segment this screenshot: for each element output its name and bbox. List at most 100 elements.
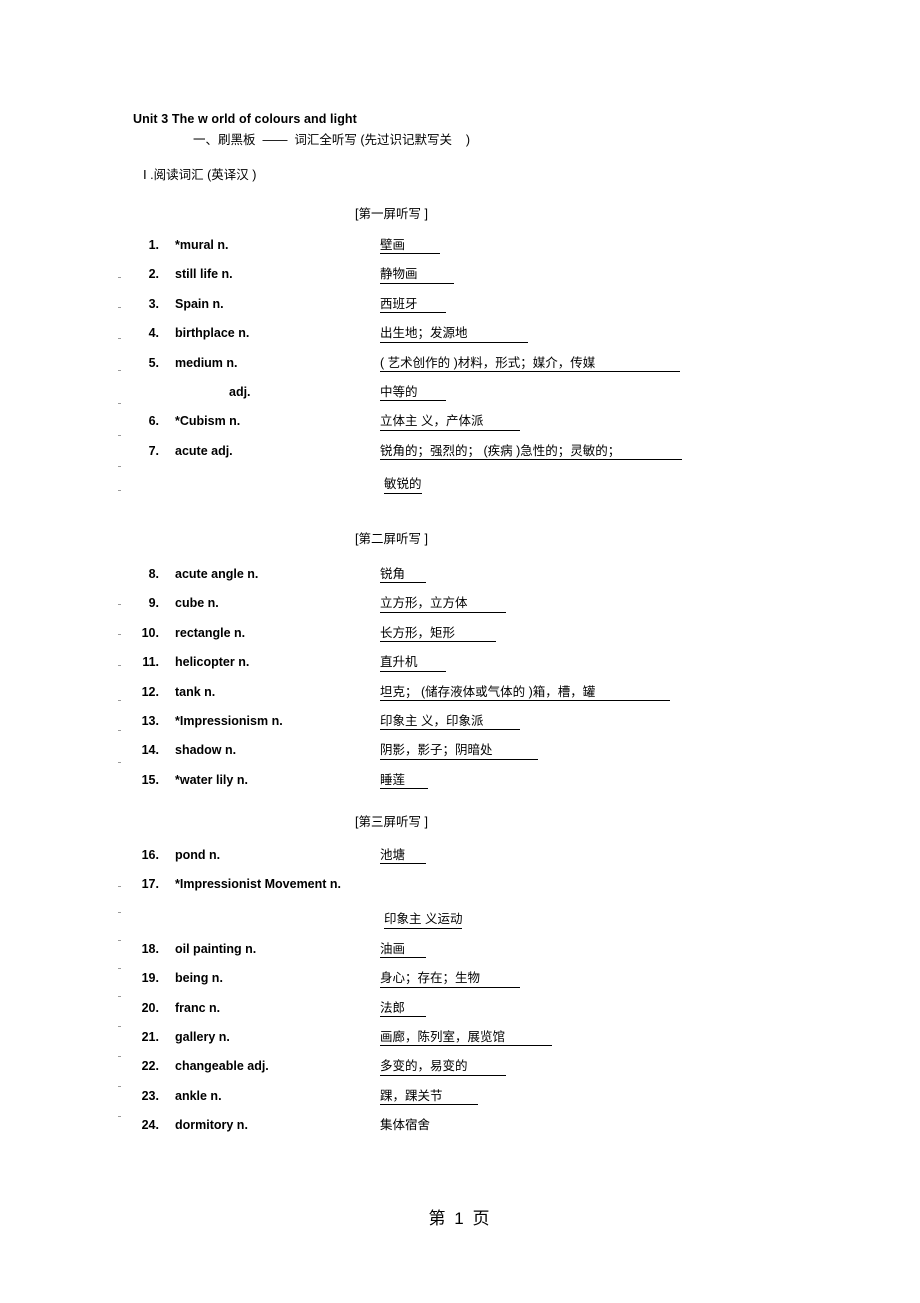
entry-meaning-continuation: 印象主 义运动 bbox=[384, 908, 463, 929]
vocabulary-list-1: 1. *mural n. 壁画 2. still life n. 静物画 3. … bbox=[133, 238, 840, 494]
list-item: 21. gallery n. 画廊，陈列室，展览馆 bbox=[133, 1029, 840, 1047]
entry-meaning: 油画 bbox=[380, 942, 426, 959]
list-item: 16. pond n. 池塘 bbox=[133, 848, 840, 865]
entry-number: 1. bbox=[148, 238, 159, 252]
page-number: 1 bbox=[454, 1209, 466, 1228]
list-item: 14. shadow n. 阴影，影子；阴暗处 bbox=[133, 743, 840, 760]
entry-term: shadow n. bbox=[175, 743, 237, 758]
entry-meaning: ( 艺术创作的 )材料，形式；媒介，传媒 bbox=[380, 356, 680, 372]
entry-term: pond n. bbox=[175, 848, 221, 862]
entry-term: acute adj. bbox=[175, 443, 233, 458]
entry-meaning: 西班牙 bbox=[380, 297, 446, 314]
entry-number: 8. bbox=[148, 567, 159, 581]
screen-label-1: [第一屏听写 ] bbox=[355, 207, 428, 221]
list-item: 24. dormitory n. 集体宿舍 bbox=[133, 1118, 840, 1133]
entry-term: *mural n. bbox=[175, 238, 229, 252]
entry-term: changeable adj. bbox=[175, 1059, 269, 1074]
entry-meaning: 出生地；发源地 bbox=[380, 326, 528, 343]
entry-number: 17. bbox=[141, 877, 159, 892]
entry-meaning: 长方形，矩形 bbox=[380, 626, 496, 643]
list-item: 8. acute angle n. 锐角 bbox=[133, 567, 840, 584]
entry-term: *Impressionism n. bbox=[175, 713, 283, 728]
list-item: 1. *mural n. 壁画 bbox=[133, 238, 840, 255]
entry-number: 7. bbox=[148, 443, 159, 458]
list-item: 10. rectangle n. 长方形，矩形 bbox=[133, 625, 840, 643]
list-item: 3. Spain n. 西班牙 bbox=[133, 296, 840, 314]
entry-meaning: 画廊，陈列室，展览馆 bbox=[380, 1030, 552, 1047]
entry-number: 16. bbox=[141, 848, 159, 862]
list-item: 9. cube n. 立方形，立方体 bbox=[133, 596, 840, 613]
entry-number: 13. bbox=[141, 713, 159, 728]
list-item: 11. helicopter n. 直升机 bbox=[133, 655, 840, 672]
entry-meaning: 集体宿舍 bbox=[380, 1118, 431, 1132]
entry-number: 24. bbox=[141, 1118, 159, 1132]
entry-meaning: 身心；存在；生物 bbox=[380, 971, 520, 988]
entry-number: 9. bbox=[148, 596, 159, 611]
entry-term: *Cubism n. bbox=[175, 414, 241, 429]
entry-number: 5. bbox=[148, 355, 159, 370]
entry-term: oil painting n. bbox=[175, 941, 257, 956]
document-subtitle: 一、刷黑板 —— 词汇全听写 (先过识记默写关 ) bbox=[193, 133, 471, 147]
entry-meaning: 踝，踝关节 bbox=[380, 1089, 478, 1105]
entry-number: 20. bbox=[141, 1000, 159, 1015]
list-item: 22. changeable adj. 多变的，易变的 bbox=[133, 1059, 840, 1076]
list-item: 7. acute adj. 锐角的；强烈的； (疾病 )急性的；灵敏的； bbox=[133, 444, 840, 460]
footer-prefix: 第 bbox=[428, 1209, 448, 1228]
entry-term: rectangle n. bbox=[175, 625, 246, 640]
entry-term: ankle n. bbox=[175, 1088, 222, 1103]
entry-term: adj. bbox=[229, 384, 251, 399]
entry-meaning-continuation-row: 印象主 义运动 bbox=[133, 908, 840, 929]
list-item: 23. ankle n. 踝，踝关节 bbox=[133, 1089, 840, 1105]
list-item: adj. 中等的 bbox=[133, 384, 840, 402]
entry-meaning-continuation: 敏锐的 bbox=[384, 473, 422, 494]
entry-meaning: 直升机 bbox=[380, 655, 446, 672]
entry-number: 2. bbox=[148, 267, 159, 282]
vocabulary-list-2: 8. acute angle n. 锐角 9. cube n. 立方形，立方体 … bbox=[133, 567, 840, 789]
entry-meaning: 阴影，影子；阴暗处 bbox=[380, 743, 538, 760]
entry-number: 15. bbox=[141, 772, 159, 787]
entry-number: 3. bbox=[148, 296, 159, 311]
entry-meaning: 静物画 bbox=[380, 267, 454, 284]
entry-number: 14. bbox=[141, 743, 159, 758]
entry-meaning: 立体主 义，产体派 bbox=[380, 414, 520, 431]
list-item: 20. franc n. 法郎 bbox=[133, 1001, 840, 1017]
list-item: 2. still life n. 静物画 bbox=[133, 267, 840, 284]
entry-number: 11. bbox=[142, 655, 159, 670]
screen-label-2: [第二屏听写 ] bbox=[355, 532, 428, 546]
entry-term: gallery n. bbox=[175, 1029, 230, 1044]
scan-margin-marks bbox=[118, 0, 126, 1303]
footer-suffix: 页 bbox=[472, 1209, 492, 1228]
entry-number: 6. bbox=[148, 414, 159, 429]
entry-term: medium n. bbox=[175, 355, 238, 370]
entry-meaning: 池塘 bbox=[380, 848, 426, 865]
vocabulary-list-3: 16. pond n. 池塘 17. *Impressionist Moveme… bbox=[133, 848, 840, 1133]
list-item: 4. birthplace n. 出生地；发源地 bbox=[133, 326, 840, 343]
entry-meaning: 中等的 bbox=[380, 385, 446, 402]
entry-term: franc n. bbox=[175, 1000, 221, 1015]
entry-meaning: 睡莲 bbox=[380, 773, 428, 789]
entry-term: *Impressionist Movement n. bbox=[175, 877, 342, 892]
entry-meaning: 法郎 bbox=[380, 1001, 426, 1017]
list-item: 12. tank n. 坦克； (储存液体或气体的 )箱，槽，罐 bbox=[133, 685, 840, 701]
entry-number: 21. bbox=[141, 1029, 159, 1044]
entry-meaning: 坦克； (储存液体或气体的 )箱，槽，罐 bbox=[380, 685, 670, 701]
entry-meaning: 锐角 bbox=[380, 567, 426, 584]
entry-term: helicopter n. bbox=[175, 655, 250, 670]
entry-number: 18. bbox=[141, 941, 159, 956]
entry-meaning: 印象主 义，印象派 bbox=[380, 714, 520, 731]
document-page: Unit 3 The w orld of colours and light 一… bbox=[0, 0, 920, 1303]
list-item: 18. oil painting n. 油画 bbox=[133, 941, 840, 959]
entry-term: *water lily n. bbox=[175, 772, 248, 787]
screen-label-3: [第三屏听写 ] bbox=[355, 815, 428, 829]
entry-term: being n. bbox=[175, 971, 223, 986]
entry-meaning: 立方形，立方体 bbox=[380, 596, 506, 613]
entry-number: 19. bbox=[141, 971, 159, 986]
page-footer: 第 1 页 bbox=[0, 1204, 920, 1229]
entry-term: cube n. bbox=[175, 596, 219, 611]
entry-number: 10. bbox=[141, 625, 159, 640]
entry-number: 4. bbox=[148, 326, 159, 341]
list-item: 19. being n. 身心；存在；生物 bbox=[133, 971, 840, 988]
section-heading: Ⅰ .阅读词汇 (英译汉 ) bbox=[143, 168, 257, 182]
